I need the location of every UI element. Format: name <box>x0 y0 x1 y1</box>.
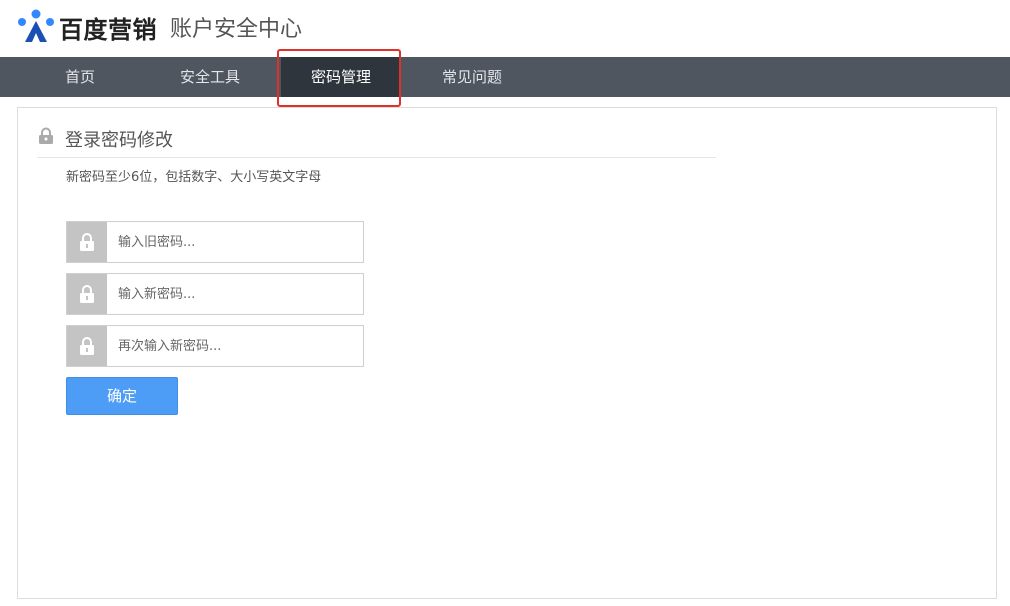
confirm-password-lock-icon <box>67 326 107 366</box>
confirm-button[interactable]: 确定 <box>66 377 178 415</box>
header-subtitle: 账户安全中心 <box>170 17 303 42</box>
confirm-password-input[interactable] <box>108 326 358 366</box>
new-password-input[interactable] <box>108 274 358 314</box>
confirm-password-field <box>66 325 364 367</box>
section-divider <box>37 157 716 158</box>
nav-item-faq[interactable]: 常见问题 <box>422 57 522 97</box>
old-password-lock-icon <box>67 222 107 262</box>
main-nav: 首页 安全工具 密码管理 常见问题 <box>0 57 1010 97</box>
old-password-field <box>66 221 364 263</box>
nav-item-security-tools[interactable]: 安全工具 <box>160 57 260 97</box>
new-password-lock-icon <box>67 274 107 314</box>
nav-item-home[interactable]: 首页 <box>30 57 130 97</box>
header: 百度营销 账户安全中心 <box>0 0 1010 57</box>
password-hint: 新密码至少6位，包括数字、大小写英文字母 <box>66 170 322 185</box>
brand-name: 百度营销 <box>59 16 157 44</box>
nav-item-password-management[interactable]: 密码管理 <box>281 57 401 97</box>
old-password-input[interactable] <box>108 222 358 262</box>
section-title: 登录密码修改 <box>65 130 173 151</box>
lock-icon <box>39 127 53 144</box>
new-password-field <box>66 273 364 315</box>
baidu-marketing-logo-icon <box>18 9 54 42</box>
